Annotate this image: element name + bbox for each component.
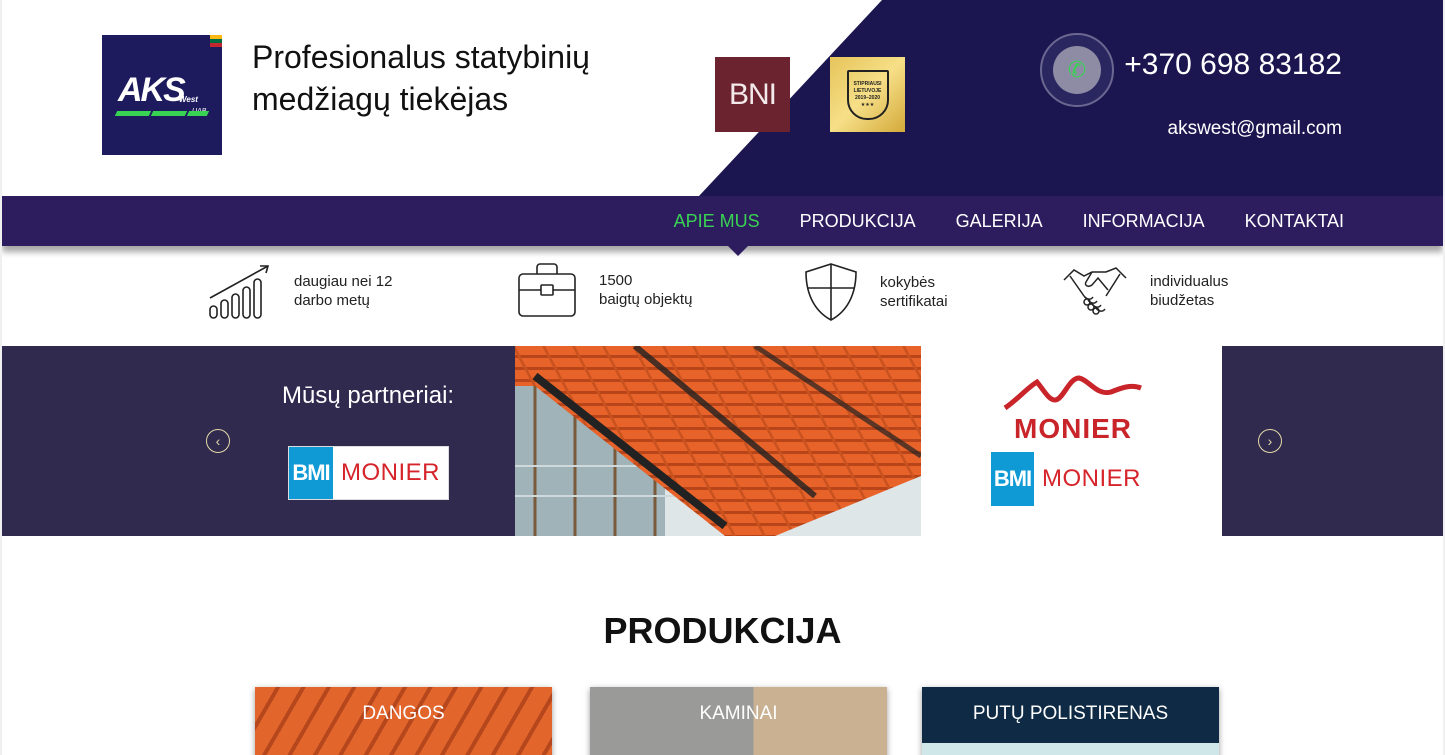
badge-line: 2019–2020 [854, 94, 881, 101]
shield-icon [805, 263, 857, 321]
bmi-mark: BMI [991, 452, 1034, 506]
badge-line: ★★★ [860, 101, 875, 108]
nav-item-produkcija[interactable]: PRODUKCIJA [800, 211, 916, 232]
logo-stripe [150, 111, 188, 116]
header: AKS West UAB Profesionalus statybinių me… [2, 0, 1443, 196]
product-card-kaminai[interactable]: KAMINAI [590, 687, 887, 755]
feature-text: kokybės sertifikatai [880, 273, 948, 311]
carousel-next-button[interactable]: › [1258, 429, 1282, 453]
badge-line: LIETUVOJE [853, 87, 882, 94]
handshake-icon [1063, 267, 1127, 315]
feature-line: kokybės [880, 274, 936, 291]
badge-line: STIPRIAUSI [853, 80, 882, 87]
product-card-label: PUTŲ POLISTIRENAS [972, 703, 1169, 724]
carousel-prev-button[interactable]: ‹ [206, 429, 230, 453]
product-card-label: KAMINAI [699, 703, 778, 724]
bmi-mark: BMI [289, 447, 333, 499]
roof-photo [515, 346, 921, 536]
feature-line: 1500 [599, 272, 633, 289]
logo-sub: West [179, 95, 198, 104]
feature-item: daugiau nei 12 darbo metų [208, 262, 392, 320]
phone-number[interactable]: +370 698 83182 [1124, 48, 1342, 82]
product-card-label: DANGOS [362, 703, 445, 724]
lithuania-flag-icon [210, 35, 222, 47]
bmi-monier-logo[interactable]: BMI MONIER [288, 446, 449, 500]
nav-active-pointer [728, 246, 748, 256]
main-nav: APIE MUS PRODUKCIJA GALERIJA INFORMACIJA… [2, 196, 1443, 256]
monier-card[interactable]: MONIER BMI MONIER [921, 346, 1222, 536]
feature-item: 1500 baigtų objektų [517, 262, 692, 318]
feature-item: individualus biudžetas [1062, 262, 1228, 320]
logo-stripe [114, 111, 152, 116]
feature-line: biudžetas [1150, 292, 1215, 309]
roof-tiles-image [515, 346, 921, 536]
feature-line: sertifikatai [880, 293, 948, 310]
strongest-in-lithuania-badge[interactable]: STIPRIAUSI LIETUVOJE 2019–2020 ★★★ [830, 57, 905, 132]
badge-shield-icon: STIPRIAUSI LIETUVOJE 2019–2020 ★★★ [846, 69, 889, 120]
partners-title: Mūsų partneriai: [282, 382, 455, 409]
bmi-monier-logo: BMI MONIER [991, 452, 1149, 506]
nav-item-apie-mus[interactable]: APIE MUS [674, 211, 760, 232]
nav-item-galerija[interactable]: GALERIJA [956, 211, 1043, 232]
nav-item-informacija[interactable]: INFORMACIJA [1083, 211, 1205, 232]
logo-text: AKS [118, 71, 186, 109]
features-row: daugiau nei 12 darbo metų 1500 baigtų ob… [2, 262, 1443, 332]
logo-stripe [186, 111, 210, 116]
feature-line: individualus [1150, 273, 1229, 290]
page: AKS West UAB Profesionalus statybinių me… [2, 0, 1443, 755]
email-link[interactable]: akswest@gmail.com [1168, 118, 1343, 140]
feature-text: 1500 baigtų objektų [599, 271, 692, 309]
bar-chart-icon [209, 265, 270, 319]
nav-item-kontaktai[interactable]: KONTAKTAI [1245, 211, 1344, 232]
phone-icon[interactable]: ✆ [1040, 33, 1114, 107]
bni-badge[interactable]: BNI [715, 57, 790, 132]
feature-line: darbo metų [294, 292, 370, 309]
partners-band: ‹ Mūsų partneriai: BMI MONIER MONIER BMI… [2, 346, 1443, 536]
monier-wordmark: MONIER [1034, 452, 1149, 506]
product-card-putu-polistirenas[interactable]: PUTŲ POLISTIRENAS [922, 687, 1219, 755]
monier-wordmark: MONIER [1014, 413, 1132, 444]
phone-glyph: ✆ [1053, 46, 1101, 94]
tagline: Profesionalus statybinių medžiagų tiekėj… [252, 39, 590, 117]
products-heading: PRODUKCIJA [603, 610, 842, 651]
monier-logo: MONIER [1003, 374, 1143, 445]
monier-mountain-icon [1003, 375, 1142, 411]
company-logo[interactable]: AKS West UAB [102, 35, 222, 155]
feature-text: individualus biudžetas [1150, 272, 1228, 310]
feature-item: kokybės sertifikatai [804, 262, 948, 322]
product-card-dangos[interactable]: DANGOS [255, 687, 552, 755]
briefcase-icon [518, 263, 576, 317]
monier-wordmark: MONIER [333, 447, 448, 499]
feature-line: daugiau nei 12 [294, 273, 393, 290]
feature-text: daugiau nei 12 darbo metų [294, 272, 392, 310]
feature-line: baigtų objektų [599, 291, 693, 308]
